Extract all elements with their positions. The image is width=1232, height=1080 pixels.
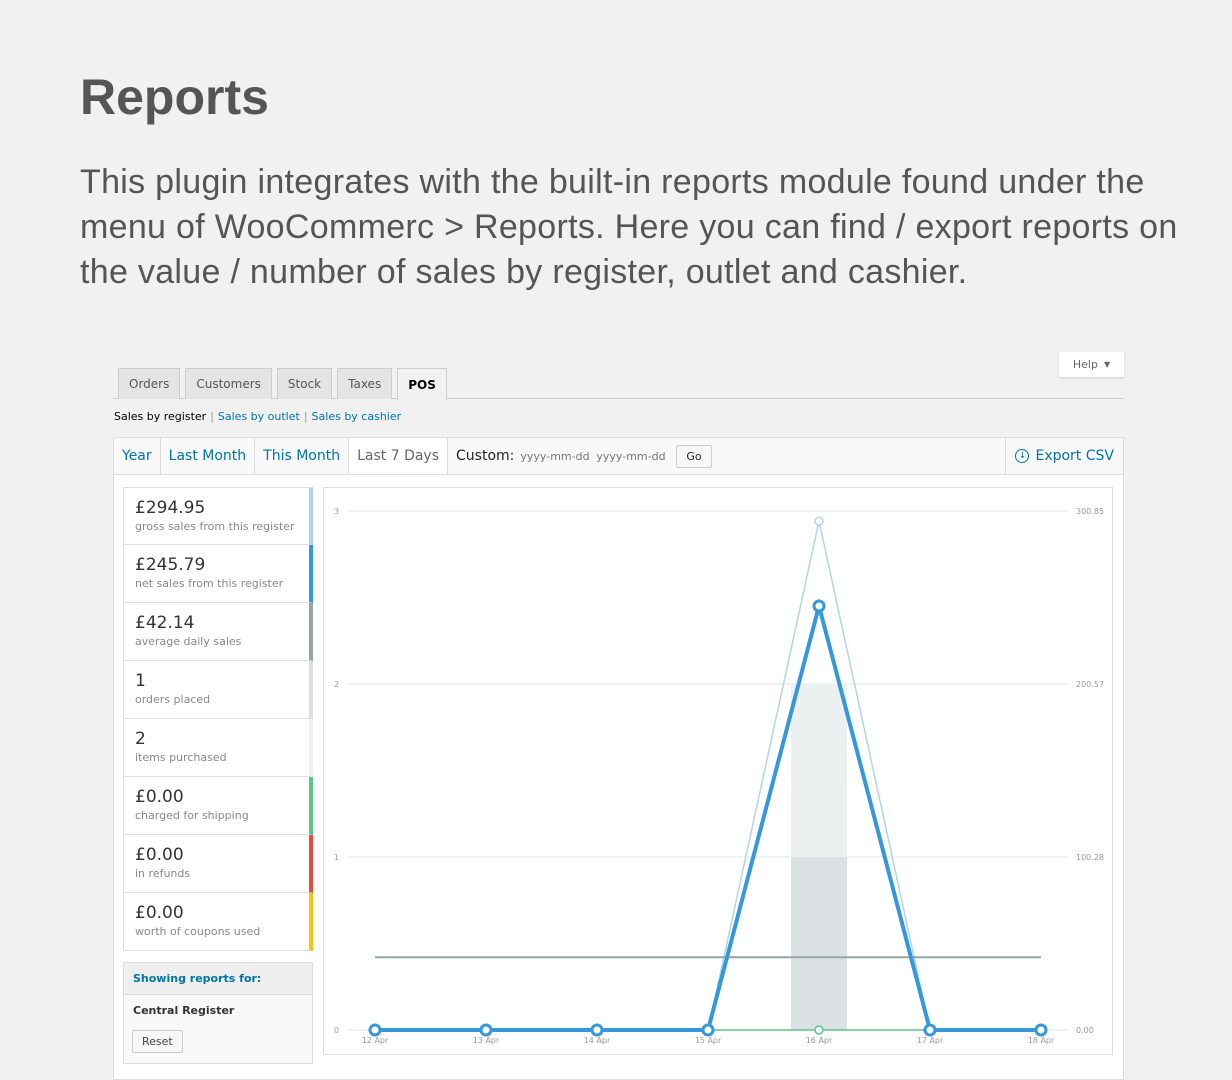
x-tick-label: 16 Apr	[806, 1036, 833, 1045]
showing-reports-box: Showing reports for: Central Register Re…	[123, 962, 313, 1064]
date-range-bar: Year Last Month This Month Last 7 Days C…	[113, 437, 1124, 475]
subnav-current: Sales by register	[114, 410, 207, 423]
legend-item[interactable]: £294.95 gross sales from this register	[123, 487, 313, 545]
data-point	[812, 599, 826, 613]
legend-item[interactable]: £0.00 charged for shipping	[123, 777, 313, 835]
data-point	[1034, 1023, 1048, 1037]
custom-range: Custom: Go	[448, 438, 712, 474]
x-tick-label: 15 Apr	[695, 1036, 722, 1045]
legend-label: worth of coupons used	[135, 925, 261, 938]
data-point	[923, 1023, 937, 1037]
legend-item[interactable]: £245.79 net sales from this register	[123, 545, 313, 603]
legend-value: £0.00	[135, 903, 184, 923]
right-tick-label: 100.28	[1076, 853, 1104, 862]
legend-label: net sales from this register	[135, 577, 284, 590]
legend-label: gross sales from this register	[135, 520, 295, 533]
series-line	[375, 521, 1041, 1031]
range-year[interactable]: Year	[114, 438, 161, 474]
data-point	[368, 1023, 382, 1037]
tab-orders[interactable]: Orders	[118, 368, 181, 399]
page-description: This plugin integrates with the built-in…	[80, 163, 1178, 291]
x-tick-label: 17 Apr	[917, 1036, 944, 1045]
showing-title: Showing reports for:	[124, 963, 312, 995]
export-label: Export CSV	[1035, 448, 1114, 464]
sales-chart: 0 1 2 3 0.00 100.28 200.57 300.85 12 Apr 13 Apr 14…	[323, 487, 1113, 1055]
end-date-input[interactable]	[596, 449, 667, 463]
download-icon: ↓	[1015, 449, 1030, 463]
left-tick-label: 2	[334, 680, 339, 689]
report-subnav: Sales by register | Sales by outlet | Sales …	[114, 410, 402, 423]
tab-pos[interactable]: POS	[397, 368, 447, 400]
reset-button[interactable]: Reset	[132, 1030, 183, 1053]
series-line	[375, 598, 1041, 1032]
left-tick-label: 1	[334, 853, 339, 862]
custom-label: Custom:	[456, 448, 515, 464]
tab-customers[interactable]: Customers	[185, 368, 272, 399]
legend-label: average daily sales	[135, 635, 242, 648]
data-point	[701, 1023, 715, 1037]
tab-stock[interactable]: Stock	[276, 368, 333, 399]
x-tick-label: 18 Apr	[1028, 1036, 1055, 1045]
sales-by-outlet-link[interactable]: Sales by outlet	[218, 410, 300, 423]
report-tabs: Orders Customers Stock Taxes POS	[113, 368, 1124, 400]
page-title: Reports	[80, 69, 269, 125]
left-tick-label: 0	[334, 1026, 339, 1035]
legend-value: £0.00	[135, 787, 184, 807]
legend-item[interactable]: 1 orders placed	[123, 661, 313, 719]
x-tick-label: 14 Apr	[584, 1036, 611, 1045]
legend-item[interactable]: £42.14 average daily sales	[123, 603, 313, 661]
x-tick-label: 12 Apr	[362, 1036, 389, 1045]
legend-value: 2	[135, 729, 146, 749]
start-date-input[interactable]	[520, 449, 591, 463]
data-point	[814, 1025, 824, 1035]
x-tick-label: 13 Apr	[473, 1036, 500, 1045]
left-tick-label: 3	[334, 507, 339, 516]
go-button[interactable]: Go	[676, 444, 712, 468]
data-point	[814, 516, 824, 526]
legend-item[interactable]: £0.00 in refunds	[123, 835, 313, 893]
register-name: Central Register	[133, 1004, 235, 1017]
range-last-month[interactable]: Last Month	[161, 438, 256, 474]
legend-item[interactable]: £0.00 worth of coupons used	[123, 893, 313, 951]
legend-label: charged for shipping	[135, 809, 249, 822]
tab-taxes[interactable]: Taxes	[337, 368, 393, 399]
legend-label: in refunds	[135, 867, 191, 880]
sales-by-cashier-link[interactable]: Sales by cashier	[312, 410, 402, 423]
bar	[791, 857, 847, 1030]
data-point	[590, 1023, 604, 1037]
data-point	[479, 1023, 493, 1037]
range-this-month[interactable]: This Month	[255, 438, 350, 474]
legend-value: £42.14	[135, 613, 195, 633]
legend-label: orders placed	[135, 693, 211, 706]
chart-legend: £294.95 gross sales from this register £24…	[123, 487, 313, 951]
legend-value: £245.79	[135, 555, 206, 575]
legend-value: £294.95	[135, 498, 206, 518]
legend-label: items purchased	[135, 751, 227, 764]
right-tick-label: 200.57	[1076, 680, 1104, 689]
chart-svg: 0 1 2 3 0.00 100.28 200.57 300.85 12 Apr 13 Apr 14…	[334, 507, 1104, 1045]
export-csv-button[interactable]: ↓ Export CSV	[1005, 438, 1123, 474]
right-tick-label: 0.00	[1076, 1026, 1094, 1035]
legend-item[interactable]: 2 items purchased	[123, 719, 313, 777]
legend-value: 1	[135, 671, 146, 691]
legend-value: £0.00	[135, 845, 184, 865]
right-tick-label: 300.85	[1076, 507, 1104, 516]
range-last-7-days[interactable]: Last 7 Days	[349, 438, 449, 474]
